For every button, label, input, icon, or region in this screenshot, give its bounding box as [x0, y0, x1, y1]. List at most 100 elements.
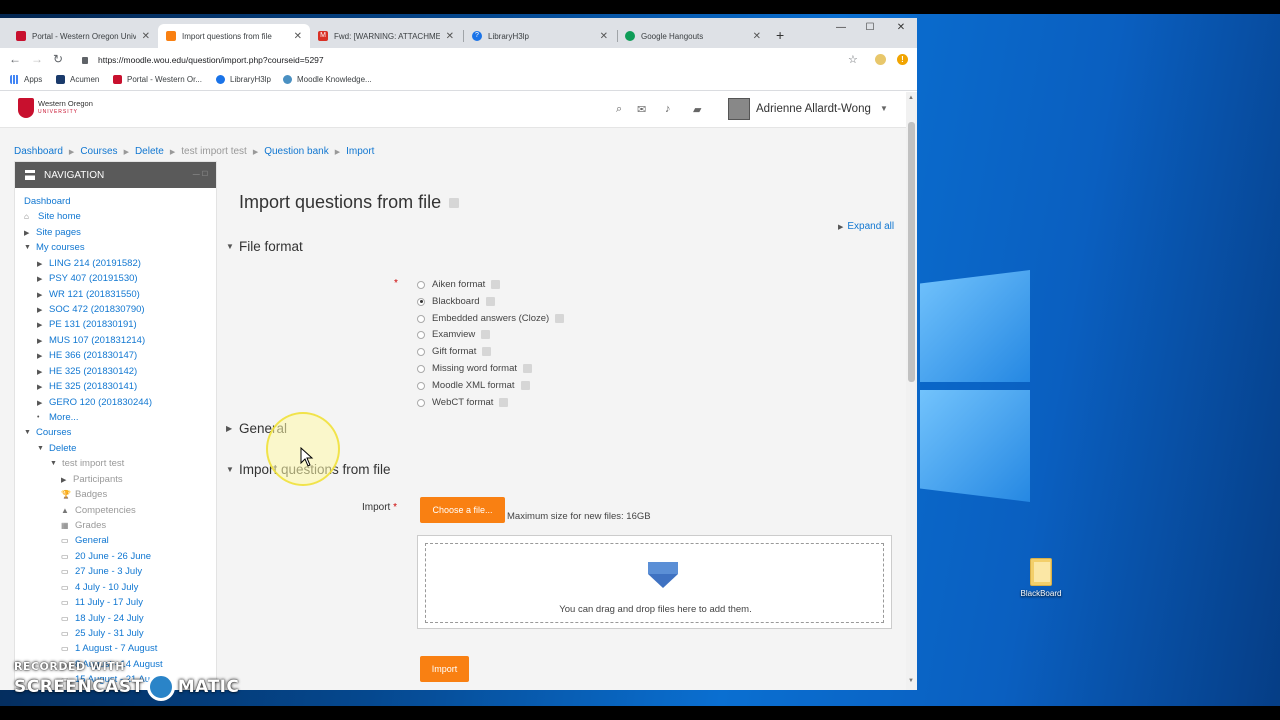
- nav-section[interactable]: ▭ 25 July - 31 July: [61, 628, 144, 639]
- breadcrumb-delete[interactable]: Delete: [135, 146, 164, 157]
- profile-icon[interactable]: [875, 54, 886, 65]
- close-icon[interactable]: ✕: [294, 31, 302, 42]
- nav-site-home[interactable]: ⌂ Site home: [24, 211, 81, 222]
- nav-section[interactable]: ▭ 11 July - 17 July: [61, 597, 143, 608]
- nav-course[interactable]: ▶ HE 325 (201830141): [37, 381, 137, 392]
- breadcrumb-dashboard[interactable]: Dashboard: [14, 146, 63, 157]
- chat-icon[interactable]: ▰: [693, 103, 701, 116]
- nav-section[interactable]: ▭ 18 July - 24 July: [61, 613, 144, 624]
- nav-section[interactable]: ▭ 4 July - 10 July: [61, 582, 138, 593]
- nav-site-pages[interactable]: ▶ Site pages: [24, 227, 81, 238]
- nav-section[interactable]: ▭ 1 August - 7 August: [61, 643, 157, 654]
- new-tab-button[interactable]: +: [776, 27, 784, 43]
- help-icon[interactable]: [520, 381, 530, 390]
- reload-button[interactable]: ↻: [50, 52, 66, 66]
- close-icon[interactable]: ✕: [446, 31, 454, 42]
- page-scrollbar[interactable]: ▲ ▼: [906, 92, 917, 690]
- bookmark-star-icon[interactable]: ☆: [848, 53, 858, 66]
- tab-libraryh3lp[interactable]: ? LibraryH3lp ✕: [464, 24, 616, 48]
- tab-hangouts[interactable]: Google Hangouts ✕: [617, 24, 769, 48]
- radio-button[interactable]: [417, 347, 425, 356]
- tab-portal[interactable]: Portal - Western Oregon Univers ✕: [8, 24, 158, 48]
- search-icon[interactable]: ⌕: [616, 103, 622, 116]
- close-icon[interactable]: ✕: [600, 31, 608, 42]
- breadcrumb-test-import[interactable]: test import test: [181, 146, 247, 157]
- nav-participants[interactable]: ▶ Participants: [61, 474, 123, 485]
- radio-button[interactable]: [417, 280, 425, 289]
- help-icon[interactable]: [523, 364, 532, 373]
- radio-webct[interactable]: WebCT format: [417, 397, 509, 408]
- nav-course[interactable]: ▶ SOC 472 (201830790): [37, 304, 145, 315]
- help-icon[interactable]: [491, 280, 501, 289]
- nav-test-import-test[interactable]: ▼ test import test: [50, 458, 124, 469]
- notifications-icon[interactable]: ♪: [665, 103, 671, 115]
- maximize-button[interactable]: ☐: [862, 22, 878, 33]
- block-controls-icon[interactable]: — ☐: [193, 170, 208, 178]
- alert-icon[interactable]: !: [897, 54, 908, 65]
- file-drop-zone[interactable]: You can drag and drop files here to add …: [417, 535, 892, 629]
- avatar[interactable]: [728, 98, 750, 120]
- nav-competencies[interactable]: ▲ Competencies: [61, 505, 136, 516]
- radio-button[interactable]: [417, 330, 425, 339]
- bookmark-acumen[interactable]: Acumen: [56, 75, 99, 84]
- breadcrumb-question-bank[interactable]: Question bank: [264, 146, 329, 157]
- radio-moodle-xml[interactable]: Moodle XML format: [417, 380, 530, 391]
- radio-missing-word[interactable]: Missing word format: [417, 363, 532, 374]
- forward-button[interactable]: →: [29, 52, 45, 66]
- nav-section[interactable]: ▭ 27 June - 3 July: [61, 566, 142, 577]
- minimize-button[interactable]: —: [833, 22, 849, 33]
- scroll-down-icon[interactable]: ▼: [908, 678, 914, 684]
- bookmark-portal[interactable]: Portal - Western Or...: [113, 75, 202, 84]
- help-icon[interactable]: [485, 297, 495, 306]
- scroll-up-icon[interactable]: ▲: [908, 95, 914, 101]
- expand-all-link[interactable]: ▶ Expand all: [838, 221, 894, 232]
- radio-button[interactable]: [417, 297, 425, 306]
- nav-course[interactable]: ▶ WR 121 (201831550): [37, 289, 140, 300]
- close-window-button[interactable]: ✕: [893, 22, 909, 33]
- nav-course[interactable]: ▶ PE 131 (201830191): [37, 319, 137, 330]
- nav-course[interactable]: ▶ LING 214 (20191582): [37, 258, 141, 269]
- close-icon[interactable]: ✕: [142, 31, 150, 42]
- user-name[interactable]: Adrienne Allardt-Wong: [756, 103, 871, 115]
- messages-icon[interactable]: ✉: [637, 103, 646, 116]
- desktop-icon-blackboard[interactable]: BlackBoard: [1014, 558, 1068, 598]
- choose-file-button[interactable]: Choose a file...: [420, 497, 505, 523]
- address-bar[interactable]: https://moodle.wou.edu/question/import.p…: [78, 52, 873, 68]
- import-button[interactable]: Import: [420, 656, 469, 682]
- back-button[interactable]: ←: [7, 52, 23, 66]
- nav-more[interactable]: • More...: [37, 412, 79, 423]
- nav-section-general[interactable]: ▭ General: [61, 535, 109, 546]
- radio-gift[interactable]: Gift format: [417, 346, 492, 357]
- nav-dashboard[interactable]: Dashboard: [24, 196, 70, 207]
- radio-button[interactable]: [417, 314, 425, 323]
- close-icon[interactable]: ✕: [753, 31, 761, 42]
- radio-button[interactable]: [417, 364, 425, 373]
- bookmark-apps[interactable]: Apps: [10, 75, 42, 84]
- help-icon[interactable]: [481, 330, 491, 339]
- tab-import-questions[interactable]: Import questions from file ✕: [158, 24, 310, 48]
- nav-grades[interactable]: ▦ Grades: [61, 520, 106, 531]
- nav-my-courses[interactable]: ▼ My courses: [24, 242, 85, 253]
- radio-aiken[interactable]: Aiken format: [417, 279, 501, 290]
- help-icon[interactable]: [449, 197, 460, 208]
- nav-course[interactable]: ▶ PSY 407 (20191530): [37, 273, 138, 284]
- nav-courses[interactable]: ▼ Courses: [24, 427, 71, 438]
- chevron-down-icon[interactable]: ▼: [880, 104, 888, 113]
- bookmark-libraryh3lp[interactable]: LibraryH3lp: [216, 75, 271, 84]
- scrollbar-thumb[interactable]: [908, 122, 915, 382]
- radio-blackboard[interactable]: Blackboard: [417, 296, 495, 307]
- help-icon[interactable]: [482, 347, 492, 356]
- section-file-format[interactable]: ▼ File format: [226, 239, 303, 254]
- radio-button[interactable]: [417, 381, 425, 390]
- tab-gmail[interactable]: M Fwd: [WARNING: ATTACHMENT ✕: [310, 24, 462, 48]
- bookmark-moodle-knowledge[interactable]: Moodle Knowledge...: [283, 75, 372, 84]
- breadcrumb-courses[interactable]: Courses: [80, 146, 117, 157]
- nav-section[interactable]: ▭ 20 June - 26 June: [61, 551, 151, 562]
- radio-examview[interactable]: Examview: [417, 329, 491, 340]
- radio-button[interactable]: [417, 398, 425, 407]
- radio-cloze[interactable]: Embedded answers (Cloze): [417, 313, 565, 324]
- nav-course[interactable]: ▶ HE 366 (201830147): [37, 350, 137, 361]
- help-icon[interactable]: [499, 398, 509, 407]
- university-logo[interactable]: Western Oregon UNIVERSITY: [18, 98, 93, 118]
- nav-course[interactable]: ▶ GERO 120 (201830244): [37, 397, 152, 408]
